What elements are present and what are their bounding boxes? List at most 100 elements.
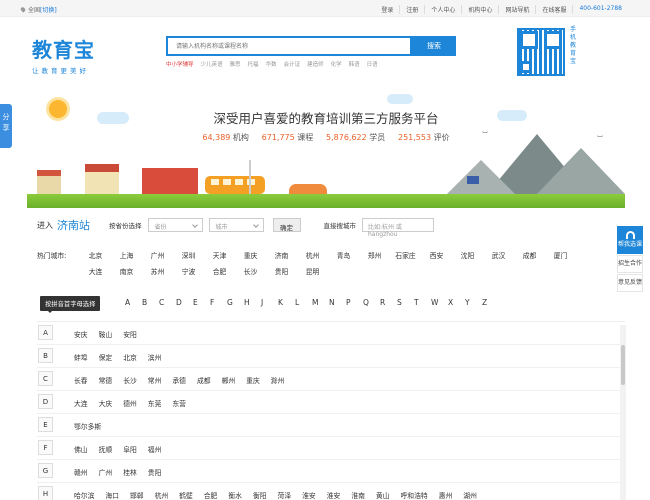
city-link[interactable]: 大连 <box>74 398 88 408</box>
city-link[interactable]: 惠州 <box>439 490 453 500</box>
city-link[interactable]: 合肥 <box>204 490 218 500</box>
city-link[interactable]: 大庆 <box>99 398 113 408</box>
city-link[interactable]: 哈尔滨 <box>74 490 94 500</box>
hot-keyword[interactable]: 中小学辅导 <box>166 60 194 68</box>
pinyin-letter-link[interactable]: F <box>210 298 227 307</box>
pinyin-letter-link[interactable]: W <box>431 298 448 307</box>
pinyin-letter-link[interactable]: T <box>414 298 431 307</box>
city-link[interactable]: 东营 <box>172 398 186 408</box>
city-link[interactable]: 佛山 <box>74 444 88 454</box>
hot-keyword[interactable]: 雅思 <box>230 60 241 68</box>
city-link[interactable]: 湖州 <box>463 490 477 500</box>
pinyin-letter-link[interactable]: C <box>159 298 176 307</box>
pinyin-letter-link[interactable]: A <box>125 298 142 307</box>
hot-city-link[interactable]: 石家庄 <box>390 250 421 266</box>
city-link[interactable]: 菏泽 <box>278 490 292 500</box>
city-link[interactable]: 淮安 <box>302 490 316 500</box>
city-link[interactable]: 赣州 <box>74 467 88 477</box>
city-link[interactable]: 呼和浩特 <box>401 490 428 500</box>
hot-city-link[interactable]: 沈阳 <box>452 250 483 266</box>
scrollbar[interactable] <box>620 325 626 500</box>
pinyin-letter-link[interactable]: G <box>227 298 244 307</box>
city-link[interactable]: 常德 <box>99 375 113 385</box>
hot-city-link[interactable]: 济南 <box>266 250 297 266</box>
scrollbar-thumb[interactable] <box>621 345 625 385</box>
city-link[interactable]: 衡水 <box>228 490 242 500</box>
city-link[interactable]: 福州 <box>148 444 162 454</box>
city-link[interactable]: 鞍山 <box>99 329 113 339</box>
hot-city-link[interactable]: 重庆 <box>235 250 266 266</box>
city-link[interactable]: 北京 <box>123 352 137 362</box>
hot-city-link[interactable]: 西安 <box>421 250 452 266</box>
city-link[interactable]: 安庆 <box>74 329 88 339</box>
city-link[interactable]: 鄂尔多斯 <box>74 421 101 431</box>
help-choose-course-button[interactable]: 帮我选课 <box>617 226 643 254</box>
city-link[interactable]: 重庆 <box>246 375 260 385</box>
city-link[interactable]: 长春 <box>74 375 88 385</box>
hot-keyword[interactable]: 建造师 <box>307 60 324 68</box>
city-link[interactable]: 海口 <box>105 490 119 500</box>
pinyin-letter-link[interactable]: N <box>329 298 346 307</box>
register-link[interactable]: 注册 <box>399 5 424 14</box>
org-center-menu[interactable]: 机构中心 <box>461 5 498 14</box>
hot-city-link[interactable]: 深圳 <box>173 250 204 266</box>
pinyin-letter-link[interactable]: X <box>448 298 465 307</box>
city-link[interactable]: 滨州 <box>148 352 162 362</box>
city-link[interactable]: 常州 <box>148 375 162 385</box>
direct-city-search-input[interactable]: 比如:杭州 或 hangzhou <box>362 218 434 238</box>
hot-city-link[interactable]: 天津 <box>204 250 235 266</box>
pinyin-letter-link[interactable]: B <box>142 298 159 307</box>
city-link[interactable]: 抚顺 <box>99 444 113 454</box>
city-link[interactable]: 鹤壁 <box>179 490 193 500</box>
hot-keyword[interactable]: 化学 <box>331 60 342 68</box>
city-link[interactable]: 淮安 <box>327 490 341 500</box>
hot-city-link[interactable]: 上海 <box>111 250 142 266</box>
city-link[interactable]: 安阳 <box>123 329 137 339</box>
hot-city-link[interactable]: 杭州 <box>297 250 328 266</box>
hot-keyword[interactable]: 会计证 <box>284 60 301 68</box>
city-link[interactable]: 桂林 <box>123 467 137 477</box>
search-button[interactable]: 搜索 <box>412 36 456 56</box>
hot-city-link[interactable]: 郑州 <box>359 250 390 266</box>
city-link[interactable]: 邯郸 <box>130 490 144 500</box>
hot-keyword[interactable]: 韩语 <box>349 60 360 68</box>
city-select[interactable]: 城市 <box>208 218 264 232</box>
pinyin-letter-link[interactable]: R <box>380 298 397 307</box>
city-link[interactable]: 淮南 <box>351 490 365 500</box>
hot-city-link[interactable]: 昆明 <box>297 266 328 282</box>
city-link[interactable]: 滁州 <box>271 375 285 385</box>
share-button[interactable]: 分享 <box>0 104 12 148</box>
hot-city-link[interactable]: 青岛 <box>328 250 359 266</box>
city-link[interactable]: 长沙 <box>123 375 137 385</box>
hot-city-link[interactable]: 苏州 <box>142 266 173 282</box>
city-link[interactable]: 蚌埠 <box>74 352 88 362</box>
pinyin-letter-link[interactable]: D <box>176 298 193 307</box>
hot-city-link[interactable]: 厦门 <box>545 250 576 266</box>
city-link[interactable]: 阜阳 <box>123 444 137 454</box>
user-center-menu[interactable]: 个人中心 <box>424 5 461 14</box>
city-link[interactable]: 郴州 <box>222 375 236 385</box>
pinyin-letter-link[interactable]: Q <box>363 298 380 307</box>
hot-keyword[interactable]: 日语 <box>367 60 378 68</box>
city-link[interactable]: 德州 <box>123 398 137 408</box>
recruit-coop-button[interactable]: 招生合作 <box>617 255 643 273</box>
city-link[interactable]: 杭州 <box>155 490 169 500</box>
pinyin-letter-link[interactable]: Z <box>482 298 499 307</box>
pinyin-letter-link[interactable]: P <box>346 298 363 307</box>
switch-city-link[interactable]: [切换] <box>40 7 57 14</box>
pinyin-letter-link[interactable]: L <box>295 298 312 307</box>
online-service-link[interactable]: 在线客服 <box>535 5 572 14</box>
hot-keyword[interactable]: 华数 <box>266 60 277 68</box>
search-input[interactable] <box>166 36 412 56</box>
province-select[interactable]: 省份 <box>147 218 203 232</box>
pinyin-letter-link[interactable]: M <box>312 298 329 307</box>
login-link[interactable]: 登录 <box>375 5 399 14</box>
pinyin-letter-link[interactable]: J <box>261 298 278 307</box>
pinyin-letter-link[interactable]: K <box>278 298 295 307</box>
hot-city-link[interactable]: 宁波 <box>173 266 204 282</box>
site-logo[interactable]: 教育宝 让教育更美好 <box>32 34 95 75</box>
hot-keyword[interactable]: 少儿英语 <box>201 60 223 68</box>
hot-city-link[interactable]: 北京 <box>80 250 111 266</box>
city-link[interactable]: 承德 <box>172 375 186 385</box>
city-link[interactable]: 东莞 <box>148 398 162 408</box>
